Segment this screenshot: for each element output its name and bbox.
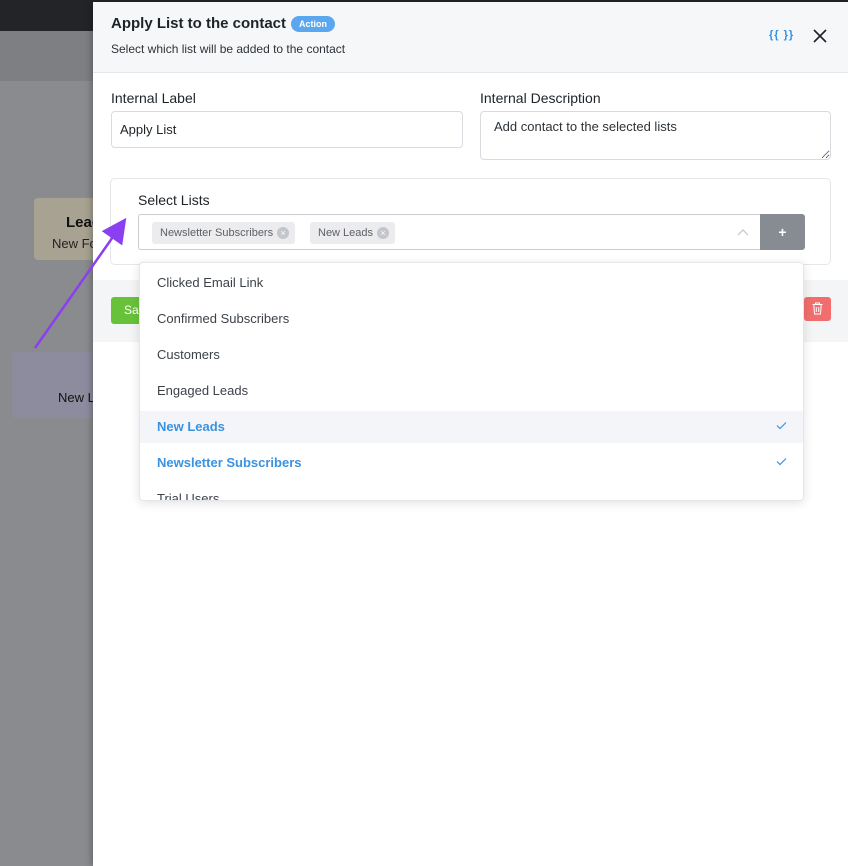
- annotation-arrow-icon: [33, 217, 127, 349]
